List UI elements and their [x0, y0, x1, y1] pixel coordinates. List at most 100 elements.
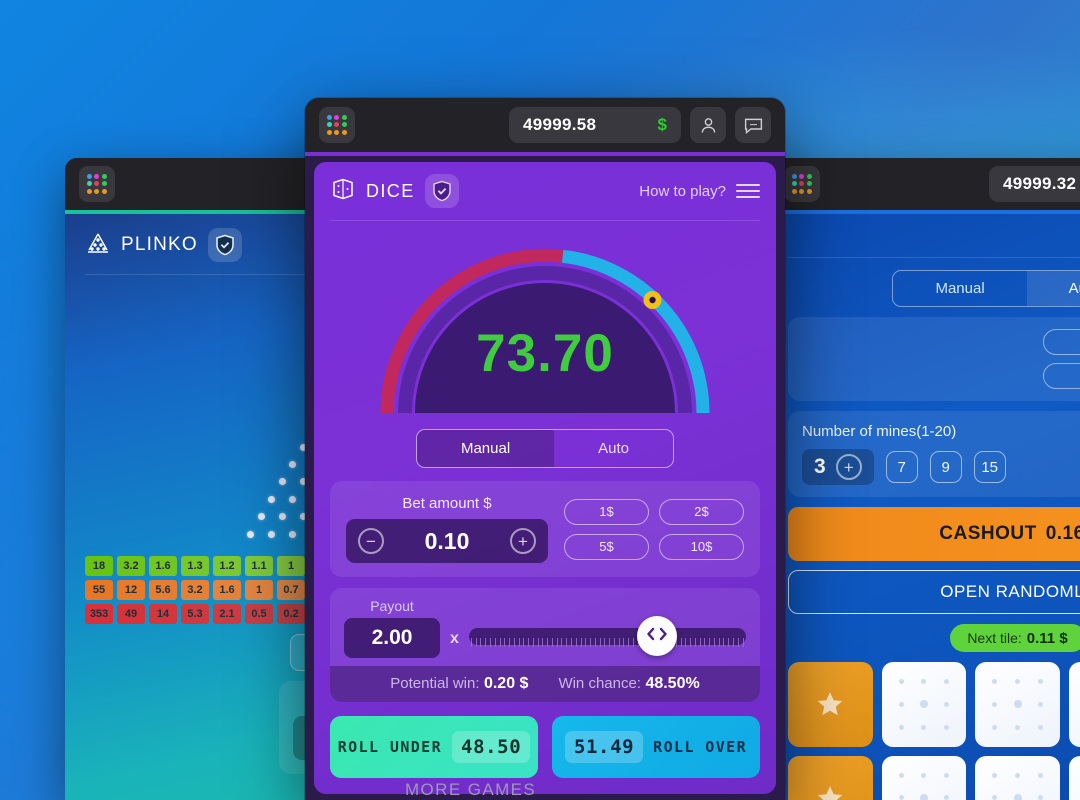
plinko-multiplier-cell: 2.1 [213, 604, 241, 624]
dice-payout-panel: Payout 2.00 x Potential win: 0.20 $ Win … [330, 588, 760, 702]
balance-display[interactable]: 49999.58 $ [509, 107, 681, 143]
slider-tick [618, 638, 620, 647]
slider-tick [718, 638, 720, 647]
roll-under-button[interactable]: ROLL UNDER 48.50 [330, 716, 538, 778]
slider-tick [590, 638, 592, 647]
plinko-multiplier-cell: 0.2 [277, 604, 305, 624]
slider-tick [733, 638, 735, 647]
slider-tick [556, 638, 558, 647]
roll-over-button[interactable]: 51.49 ROLL OVER [552, 716, 760, 778]
balance-display[interactable]: 49999.32 $ [989, 166, 1080, 202]
plinko-multiplier-cell: 0.5 [245, 604, 273, 624]
mines-chip-1[interactable]: 1$ [1043, 329, 1080, 355]
dice-chip-1[interactable]: 1$ [564, 498, 649, 525]
plus-circle-icon[interactable]: + [509, 528, 536, 554]
dice-quick-chips: 1$ 2$ 5$ 10$ [564, 498, 744, 560]
roll-over-value: 51.49 [564, 731, 644, 763]
mines-preset-15[interactable]: 15 [973, 451, 1006, 483]
mines-header: How to play? [788, 228, 1080, 245]
slider-tick [528, 638, 530, 647]
slider-ticks [470, 638, 744, 647]
dice-tab-auto[interactable]: Auto [554, 430, 673, 467]
slider-tick [742, 638, 744, 647]
slider-tick [623, 638, 625, 647]
slider-knob[interactable] [636, 616, 677, 656]
plinko-multiplier-cell: 353 [85, 604, 113, 624]
dice-dots-tile-icon[interactable] [881, 755, 967, 800]
plinko-multiplier-cell: 49 [117, 604, 145, 624]
roll-over-label: ROLL OVER [653, 738, 748, 756]
next-tile-value: 0.11 $ [1026, 629, 1068, 647]
plinko-peg [278, 478, 286, 486]
dice-chip-10[interactable]: 10$ [659, 533, 744, 560]
next-tile-label: Next tile: [967, 630, 1022, 646]
dice-bet-value[interactable]: 0.10 [425, 528, 470, 555]
win-chance-label: Win chance: [558, 675, 641, 692]
mines-bet-panel: 1$ 2$ 5$ 10$ [788, 317, 1080, 401]
dice-chip-5[interactable]: 5$ [564, 533, 649, 560]
plinko-multiplier-cell: 12 [117, 580, 145, 600]
plinko-multiplier-cell: 14 [149, 604, 177, 624]
divider [330, 220, 760, 221]
roll-under-label: ROLL UNDER [337, 738, 443, 756]
hamburger-menu-icon[interactable] [736, 184, 760, 198]
dice-dots-tile-icon[interactable] [975, 755, 1060, 800]
mines-tab-manual[interactable]: Manual [893, 271, 1026, 306]
dice-roll-slider[interactable] [468, 614, 746, 658]
slider-tick [494, 638, 496, 647]
dice-dots-tile-icon[interactable] [1068, 755, 1080, 800]
dice-chip-2[interactable]: 2$ [659, 498, 744, 525]
star-icon[interactable] [788, 755, 873, 800]
grid-dots-logo-icon[interactable] [784, 166, 820, 202]
slider-tick [580, 638, 582, 647]
chat-bubble-icon[interactable] [735, 107, 771, 143]
dice-bet-stepper: − 0.10 + [346, 519, 548, 563]
dice-payout-value[interactable]: 2.00 [344, 618, 440, 658]
mines-preset-7[interactable]: 7 [885, 451, 918, 483]
dice-game-name: DICE [366, 180, 415, 201]
mines-tab-auto[interactable]: Auto [1026, 271, 1080, 306]
dice-window: 49999.58 $ DICE How to play? 73.70 Manua… [305, 98, 785, 800]
slider-tick [475, 638, 477, 647]
next-tile-badge: Next tile: 0.11 $ [949, 624, 1080, 652]
open-randomly-button[interactable]: OPEN RANDOMLY [788, 570, 1080, 614]
star-icon[interactable] [788, 662, 873, 747]
left-right-arrows-icon [646, 626, 668, 647]
slider-tick [585, 638, 587, 647]
mines-count-value[interactable]: 3 [814, 455, 826, 479]
slider-tick [509, 638, 511, 647]
mines-chip-5[interactable]: 5$ [1043, 363, 1080, 389]
shield-check-icon[interactable] [424, 174, 459, 208]
plinko-multiplier-cell: 1 [277, 556, 305, 576]
dice-dots-tile-icon[interactable] [975, 662, 1060, 747]
dice-tab-manual[interactable]: Manual [416, 430, 555, 467]
dice-dots-tile-icon[interactable] [881, 662, 967, 747]
plinko-peg [289, 461, 296, 468]
shield-check-icon[interactable] [207, 228, 242, 262]
dice-how-to-play[interactable]: How to play? [639, 183, 726, 200]
dice-bet-panel: Bet amount $ − 0.10 + 1$ 2$ 5$ 10$ [330, 481, 760, 577]
mines-body: How to play? Manual Auto 1$ 2$ 5$ 10$ Nu… [770, 214, 1080, 800]
plus-circle-icon[interactable]: + [835, 454, 862, 480]
win-chance-value: 48.50% [645, 675, 700, 692]
dice-card: DICE How to play? 73.70 Manual Auto Bet … [314, 162, 776, 794]
mines-window: 49999.32 $ How to play? Manual Auto [770, 158, 1080, 800]
cashout-button[interactable]: CASHOUT 0.16$ [788, 507, 1080, 561]
plinko-multiplier-cell: 1.3 [181, 556, 209, 576]
minus-circle-icon[interactable]: − [358, 528, 384, 554]
dice-dots-tile-icon[interactable] [1068, 662, 1080, 747]
slider-tick [480, 638, 482, 647]
dice-gauge[interactable]: 73.70 [369, 237, 721, 415]
user-icon[interactable] [690, 107, 726, 143]
balance-amount: 49999.32 [1003, 174, 1077, 193]
mines-preset-9[interactable]: 9 [929, 451, 962, 483]
grid-dots-logo-icon[interactable] [79, 166, 115, 202]
grid-dots-logo-icon[interactable] [319, 107, 355, 143]
slider-tick [723, 638, 725, 647]
slider-tick [485, 638, 487, 647]
plinko-multiplier-cell: 3.2 [117, 556, 145, 576]
dice-cube-icon [330, 176, 356, 207]
plinko-peg [247, 530, 254, 538]
slider-tick [561, 638, 563, 647]
plinko-peg [268, 495, 275, 503]
